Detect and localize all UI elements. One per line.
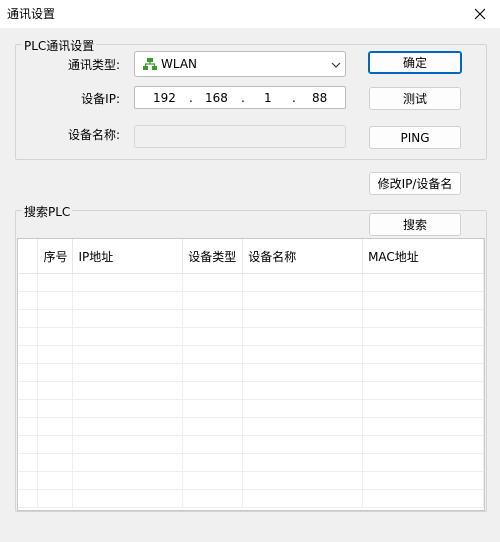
table-row bbox=[18, 399, 484, 418]
device-name-field bbox=[134, 125, 346, 148]
ip-octet-3[interactable]: 1 bbox=[264, 91, 272, 105]
comm-type-value: WLAN bbox=[161, 57, 198, 71]
table-row bbox=[18, 435, 484, 454]
plc-settings-group-label: PLC通讯设置 bbox=[22, 37, 97, 54]
table-row bbox=[18, 273, 484, 292]
chevron-down-icon bbox=[331, 62, 341, 68]
column-header-index[interactable]: 序号 bbox=[37, 239, 74, 274]
device-table: 序号 IP地址 设备类型 设备名称 MAC地址 bbox=[18, 239, 484, 508]
column-header-mac[interactable]: MAC地址 bbox=[362, 239, 484, 274]
ip-octet-1[interactable]: 192 bbox=[153, 91, 176, 105]
column-header-device-type[interactable]: 设备类型 bbox=[182, 239, 244, 274]
table-row bbox=[18, 489, 484, 508]
close-icon bbox=[474, 8, 486, 20]
table-row bbox=[18, 345, 484, 364]
table-row bbox=[18, 309, 484, 328]
ip-label: 设备IP: bbox=[81, 92, 120, 106]
ip-dot-1: . bbox=[189, 91, 193, 105]
search-plc-group-label: 搜索PLC bbox=[22, 203, 73, 220]
title-bar: 通讯设置 bbox=[0, 0, 500, 28]
modify-ip-name-button[interactable]: 修改IP/设备名 bbox=[369, 172, 461, 195]
column-header-ip[interactable]: IP地址 bbox=[72, 239, 184, 274]
table-header-row: 序号 IP地址 设备类型 设备名称 MAC地址 bbox=[18, 239, 484, 274]
ip-address-field[interactable]: 192 . 168 . 1 . 88 bbox=[134, 86, 346, 109]
ip-dot-3: . bbox=[292, 91, 296, 105]
ip-octet-2[interactable]: 168 bbox=[205, 91, 228, 105]
comm-type-select[interactable]: WLAN bbox=[134, 51, 346, 77]
table-row bbox=[18, 327, 484, 346]
close-button[interactable] bbox=[462, 1, 498, 27]
table-row bbox=[18, 291, 484, 310]
device-list-table[interactable]: 序号 IP地址 设备类型 设备名称 MAC地址 bbox=[17, 238, 485, 511]
window-title: 通讯设置 bbox=[7, 7, 56, 21]
column-header[interactable] bbox=[18, 239, 39, 274]
network-icon bbox=[143, 58, 157, 70]
device-name-label: 设备名称: bbox=[67, 128, 120, 142]
table-row bbox=[18, 363, 484, 382]
column-header-device-name[interactable]: 设备名称 bbox=[242, 239, 364, 274]
test-button[interactable]: 测试 bbox=[369, 87, 461, 110]
table-body bbox=[18, 273, 484, 508]
ip-octet-4[interactable]: 88 bbox=[312, 91, 327, 105]
ok-button[interactable]: 确定 bbox=[368, 51, 462, 74]
ip-dot-2: . bbox=[241, 91, 245, 105]
table-row bbox=[18, 381, 484, 400]
table-row bbox=[18, 417, 484, 436]
comm-type-label: 通讯类型: bbox=[67, 58, 120, 72]
table-row bbox=[18, 471, 484, 490]
ping-button[interactable]: PING bbox=[369, 126, 461, 149]
table-row bbox=[18, 453, 484, 472]
search-button[interactable]: 搜索 bbox=[369, 213, 461, 236]
